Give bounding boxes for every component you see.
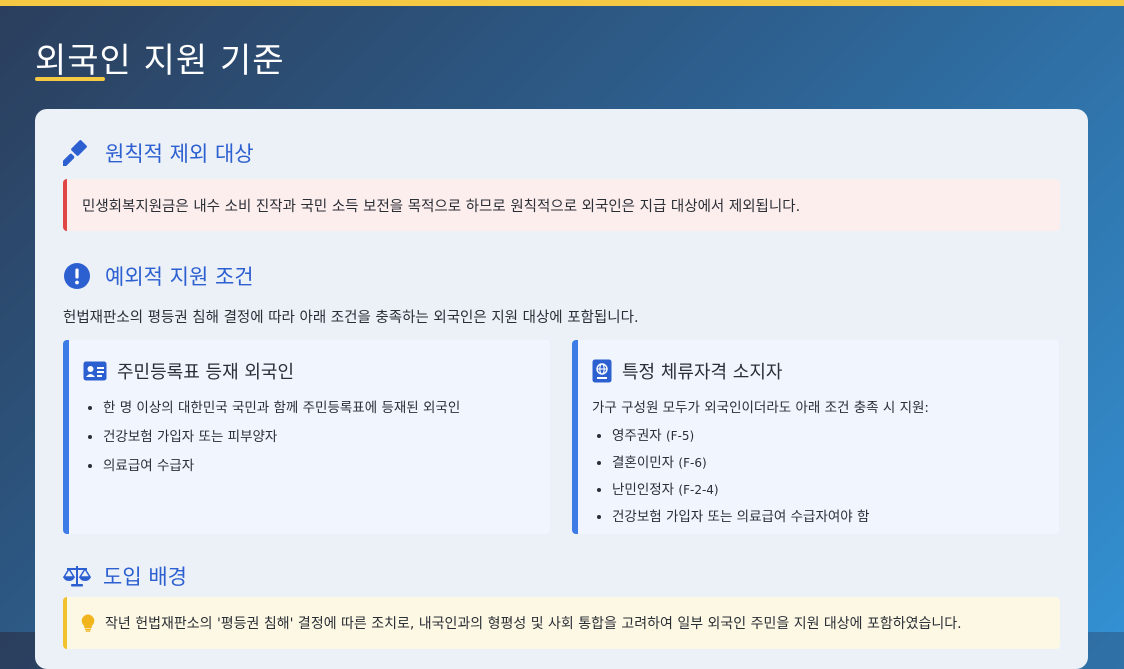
background-section-header: 도입 배경	[63, 561, 187, 591]
visa-card-description: 가구 구성원 모두가 외국인이더라도 아래 조건 충족 시 지원:	[592, 400, 929, 416]
exclusion-title: 원칙적 제외 대상	[105, 142, 254, 166]
gavel-icon	[63, 140, 87, 166]
exclusion-notice: 민생회복지원금은 내수 소비 진작과 국민 소득 보전을 목적으로 하므로 원칙…	[63, 179, 1060, 231]
list-item: 의료급여 수급자	[103, 454, 550, 474]
background-note: 작년 헌법재판소의 '평등권 침해' 결정에 따른 조치로, 내국인과의 형평성…	[63, 597, 1060, 649]
background-title: 도입 배경	[103, 565, 187, 589]
list-item: 결혼이민자 (F-6)	[612, 451, 1059, 471]
content-card: 원칙적 제외 대상 민생회복지원금은 내수 소비 진작과 국민 소득 보전을 목…	[35, 109, 1088, 669]
resident-card-title: 주민등록표 등재 외국인	[117, 362, 295, 383]
visa-label: 건강보험 가입자 또는 의료급여 수급자여야 함	[612, 509, 870, 525]
passport-icon	[592, 359, 612, 383]
exception-section-header: 예외적 지원 조건	[63, 261, 254, 291]
visa-code: (F-6)	[678, 456, 707, 470]
lightbulb-icon	[81, 614, 95, 632]
visa-code: (F-2-4)	[678, 483, 719, 497]
title-underline	[35, 77, 105, 81]
page-title: 외국인 지원 기준	[35, 41, 285, 81]
resident-list: 한 명 이상의 대한민국 국민과 함께 주민등록표에 등재된 외국인 건강보험 …	[83, 396, 550, 474]
visa-card-header: 특정 체류자격 소지자	[592, 358, 1059, 384]
visa-label: 영주권자	[612, 428, 662, 444]
exception-title: 예외적 지원 조건	[105, 265, 254, 289]
background-text: 작년 헌법재판소의 '평등권 침해' 결정에 따른 조치로, 내국인과의 형평성…	[105, 616, 962, 632]
resident-card: 주민등록표 등재 외국인 한 명 이상의 대한민국 국민과 함께 주민등록표에 …	[63, 340, 550, 534]
visa-card: 특정 체류자격 소지자 가구 구성원 모두가 외국인이더라도 아래 조건 충족 …	[572, 340, 1059, 534]
list-item: 한 명 이상의 대한민국 국민과 함께 주민등록표에 등재된 외국인	[103, 396, 550, 416]
id-card-icon	[83, 361, 107, 381]
resident-card-header: 주민등록표 등재 외국인	[83, 358, 550, 384]
exclamation-circle-icon	[64, 263, 90, 289]
exception-intro: 헌법재판소의 평등권 침해 결정에 따라 아래 조건을 충족하는 외국인은 지원…	[63, 310, 639, 326]
exclusion-section-header: 원칙적 제외 대상	[63, 138, 254, 168]
visa-label: 결혼이민자	[612, 455, 675, 471]
visa-code: (F-5)	[665, 429, 695, 443]
list-item: 영주권자 (F-5)	[612, 424, 1059, 444]
visa-list: 영주권자 (F-5) 결혼이민자 (F-6) 난민인정자 (F-2-4) 건강보…	[592, 424, 1059, 525]
list-item: 건강보험 가입자 또는 피부양자	[103, 425, 550, 445]
balance-scale-icon	[63, 566, 91, 587]
list-item: 건강보험 가입자 또는 의료급여 수급자여야 함	[612, 505, 1059, 525]
visa-card-title: 특정 체류자격 소지자	[622, 362, 783, 383]
top-accent-bar	[0, 0, 1124, 6]
list-item: 난민인정자 (F-2-4)	[612, 478, 1059, 498]
visa-label: 난민인정자	[612, 482, 675, 498]
